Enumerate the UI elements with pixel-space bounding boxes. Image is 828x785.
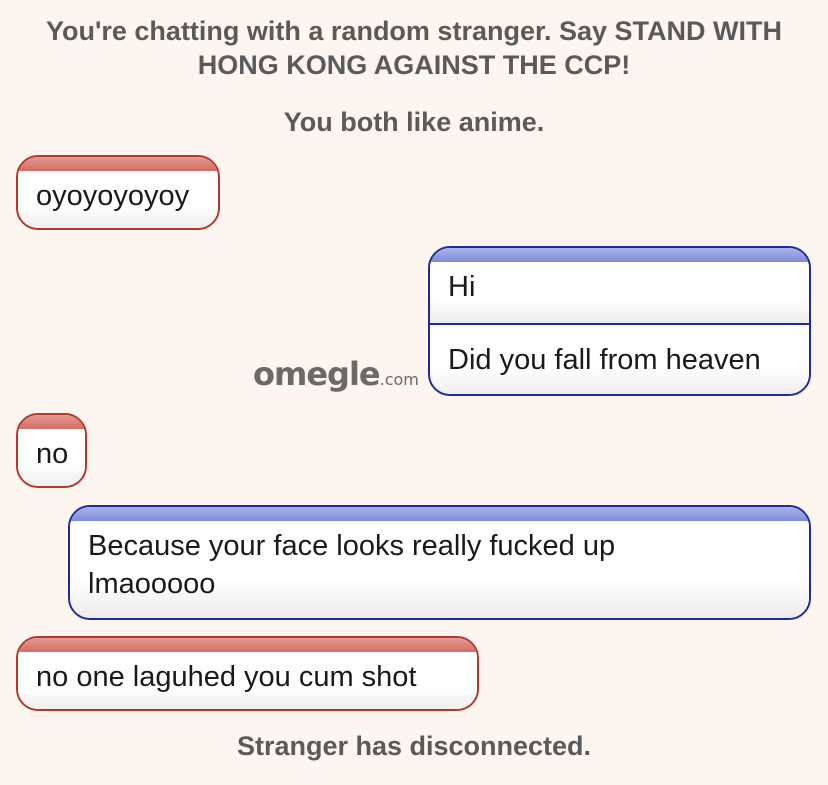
logo-suffix: .com bbox=[379, 370, 419, 389]
omegle-logo: omegle.com bbox=[253, 355, 419, 393]
stranger-bubble-cap bbox=[18, 638, 477, 652]
your-bubble-cap bbox=[430, 248, 809, 262]
your-message: Because your face looks really fucked up… bbox=[68, 505, 811, 620]
disconnect-status: Stranger has disconnected. bbox=[236, 731, 592, 761]
common-interest-text: You both like anime. bbox=[283, 107, 545, 137]
message-text: Did you fall from heaven bbox=[430, 325, 809, 394]
message-text: Hi bbox=[430, 262, 809, 323]
message-line: Because your face looks really fucked up bbox=[88, 530, 616, 562]
message-line: lmaooooo bbox=[88, 568, 216, 600]
stranger-bubble-cap bbox=[18, 415, 85, 429]
message-text: no bbox=[18, 429, 85, 486]
intro-line-1: You're chatting with a random stranger. … bbox=[45, 16, 782, 46]
intro-line-2: HONG KONG AGAINST THE CCP! bbox=[197, 50, 631, 80]
message-text: no one laguhed you cum shot bbox=[18, 652, 477, 709]
logo-name: omegle bbox=[253, 355, 381, 393]
message-text: Because your face looks really fucked up… bbox=[70, 521, 809, 618]
stranger-bubble-cap bbox=[18, 157, 218, 171]
stranger-message: oyoyoyoyoy bbox=[16, 155, 220, 230]
chat-intro-text: You're chatting with a random stranger. … bbox=[0, 14, 828, 82]
stranger-message: no one laguhed you cum shot bbox=[16, 636, 479, 711]
your-message-group: Hi Did you fall from heaven bbox=[428, 246, 811, 396]
your-bubble-cap bbox=[70, 507, 809, 521]
message-text: oyoyoyoyoy bbox=[18, 171, 218, 228]
stranger-message: no bbox=[16, 413, 87, 488]
